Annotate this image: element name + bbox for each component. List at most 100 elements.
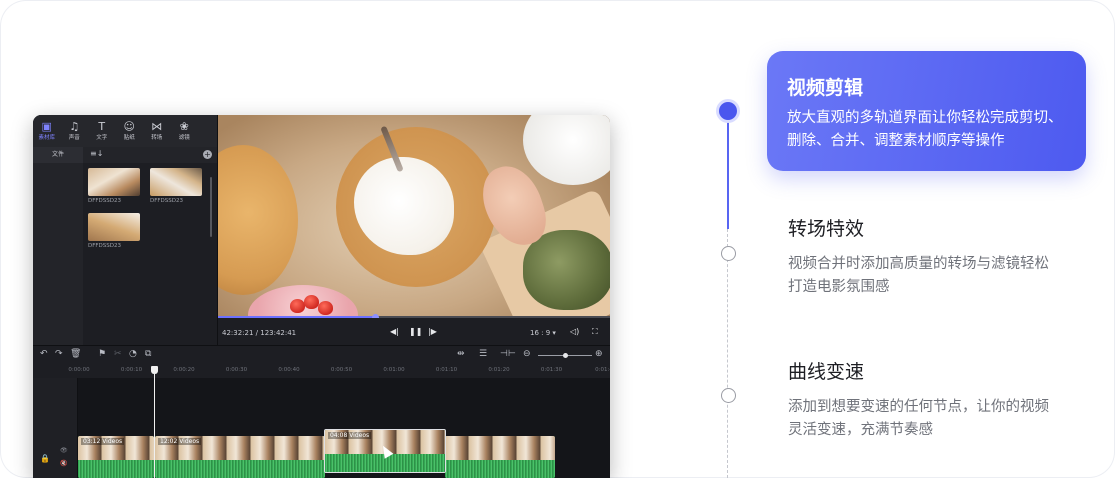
timeline-toolbar: ↶ ↷ 🗑 ⚑ ✂ ◔ ⧉ ⇹ ☰ ⊣⊢ ⊖ ⊕: [33, 345, 610, 365]
media-thumbnail: [88, 213, 140, 241]
ruler-tick: 0:00:10: [120, 367, 143, 373]
tool-transition[interactable]: ⋈ 转场: [143, 115, 171, 147]
step-dot[interactable]: [721, 246, 736, 261]
zoom-in-icon[interactable]: ⊕: [595, 349, 603, 359]
media-item[interactable]: DFFDSSD23: [150, 168, 202, 204]
fit-icon[interactable]: ⊣⊢: [500, 349, 516, 359]
sort-icon[interactable]: ≡↓: [90, 149, 103, 158]
preview-bowl: [523, 115, 610, 185]
media-thumbnail: [88, 168, 140, 196]
tool-sticker[interactable]: ☺ 贴纸: [116, 115, 144, 147]
ruler-tick: 0:01:20: [488, 367, 510, 373]
pause-icon[interactable]: ❚❚: [409, 327, 422, 336]
step-dot-active[interactable]: [719, 102, 737, 120]
ruler-tick: 0:00:40: [278, 367, 300, 373]
tool-audio[interactable]: ♫ 声音: [61, 115, 89, 147]
preview-cake-left: [218, 145, 298, 295]
feature-title: 视频剪辑: [787, 77, 864, 99]
clip-label: 03:12 Videos: [81, 438, 125, 445]
redo-icon[interactable]: ↷: [55, 349, 63, 359]
feature-transitions[interactable]: 转场特效 视频合并时添加高质量的转场与滤镜轻松打造电影氛围感: [788, 214, 1058, 299]
ruler-tick: 0:01:30: [540, 367, 563, 373]
feature-title: 转场特效: [788, 218, 865, 240]
tool-filter[interactable]: ❀ 滤镜: [171, 115, 199, 147]
tool-label: 贴纸: [123, 134, 135, 141]
timecode: 42:32:21 / 123:42:41: [222, 329, 297, 337]
feature-title: 曲线变速: [788, 361, 865, 383]
media-label: DFFDSSD23: [88, 198, 122, 204]
aspect-ratio-select[interactable]: 16 : 9 ▾: [530, 329, 556, 337]
feature-speed-curve[interactable]: 曲线变速 添加到想要变速的任何节点，让你的视频灵活变速，充满节奏感: [788, 357, 1058, 442]
media-label: DFFDSSD23: [88, 243, 122, 249]
clip-waveform: [445, 460, 555, 478]
marker-icon[interactable]: ⚑: [98, 349, 106, 359]
volume-icon[interactable]: ◁): [570, 327, 579, 336]
feature-video-editing[interactable]: 视频剪辑 放大直观的多轨道界面让你轻松完成剪切、删除、合并、调整素材顺序等操作: [767, 51, 1086, 171]
media-thumbnail: [150, 168, 202, 196]
media-item[interactable]: DFFDSSD23: [88, 213, 140, 249]
preview-herbs: [523, 230, 610, 310]
feature-description: 视频合并时添加高质量的转场与滤镜轻松打造电影氛围感: [788, 256, 1049, 295]
video-preview[interactable]: [218, 115, 610, 318]
side-tab-files[interactable]: 文件: [33, 147, 83, 163]
track-icon[interactable]: ☰: [479, 349, 487, 359]
fullscreen-icon[interactable]: ⛶: [592, 327, 598, 337]
clip-label: 12:02 Videos: [158, 438, 202, 445]
add-media-icon[interactable]: +: [203, 150, 212, 159]
zoom-knob[interactable]: [563, 353, 568, 358]
snap-icon[interactable]: ⇹: [457, 349, 465, 359]
speed-icon[interactable]: ◔: [129, 349, 137, 359]
ruler-tick: 0:00:00: [68, 367, 90, 373]
media-item[interactable]: DFFDSSD23: [88, 168, 140, 204]
transition-icon: ⋈: [151, 119, 163, 133]
ruler-tick: 0:01:10: [435, 367, 458, 373]
media-header: ≡↓ +: [83, 147, 217, 163]
mute-icon[interactable]: 🔇: [60, 460, 67, 467]
video-clip[interactable]: [445, 436, 555, 478]
ruler-tick: 0:00:50: [330, 367, 353, 373]
media-scrollbar[interactable]: [210, 177, 212, 237]
zoom-out-icon[interactable]: ⊖: [523, 349, 531, 359]
lock-icon[interactable]: 🔒: [40, 454, 50, 463]
undo-icon[interactable]: ↶: [40, 349, 48, 359]
playhead-handle[interactable]: [151, 366, 158, 374]
video-editor-window: ▣ 素材库 ♫ 声音 T 文字 ☺ 贴纸 ⋈ 转场 ❀ 滤镜 文件 ≡↓ + D…: [33, 115, 610, 478]
eye-icon[interactable]: 👁: [60, 447, 68, 454]
crop-icon[interactable]: ⧉: [145, 349, 151, 359]
feature-description: 添加到想要变速的任何节点，让你的视频灵活变速，充满节奏感: [788, 399, 1049, 438]
playhead[interactable]: [154, 366, 155, 478]
video-clip[interactable]: 12:02 Videos: [155, 436, 325, 478]
clip-waveform: [155, 460, 325, 478]
feature-card: ▣ 素材库 ♫ 声音 T 文字 ☺ 贴纸 ⋈ 转场 ❀ 滤镜 文件 ≡↓ + D…: [0, 0, 1115, 478]
feature-description: 放大直观的多轨道界面让你轻松完成剪切、删除、合并、调整素材顺序等操作: [787, 110, 1063, 149]
media-label: DFFDSSD23: [150, 198, 184, 204]
asset-toolbar: ▣ 素材库 ♫ 声音 T 文字 ☺ 贴纸 ⋈ 转场 ❀ 滤镜: [33, 115, 217, 147]
media-library: DFFDSSD23 DFFDSSD23 DFFDSSD23: [83, 163, 217, 345]
playback-progress[interactable]: [218, 314, 610, 318]
ruler-tick: 0:00:30: [225, 367, 248, 373]
timeline-ruler[interactable]: 0:00:00 0:00:10 0:00:20 0:00:30 0:00:40 0:00:…: [33, 364, 610, 379]
progress-knob[interactable]: [371, 314, 379, 318]
progress-fill: [218, 316, 375, 318]
split-icon[interactable]: ✂: [114, 349, 122, 359]
text-icon: T: [98, 119, 106, 133]
player-controls: 42:32:21 / 123:42:41 ◀| ❚❚ |▶ 16 : 9 ▾ ◁…: [218, 319, 610, 345]
media-icon: ▣: [41, 119, 52, 133]
clip-frames: [445, 436, 555, 460]
zoom-slider[interactable]: [538, 353, 592, 358]
next-frame-icon[interactable]: |▶: [428, 327, 437, 336]
tool-media[interactable]: ▣ 素材库: [33, 115, 61, 147]
step-dot[interactable]: [721, 388, 736, 403]
preview-berry: [290, 299, 305, 313]
tool-label: 滤镜: [178, 134, 190, 141]
video-clip[interactable]: 03:12 Videos: [78, 436, 154, 478]
tool-text[interactable]: T 文字: [88, 115, 116, 147]
progress-rail: [727, 229, 728, 478]
delete-icon[interactable]: 🗑: [70, 349, 81, 359]
prev-frame-icon[interactable]: ◀|: [390, 327, 399, 336]
ruler-tick: 0:01:00: [383, 367, 405, 373]
track-header: [33, 378, 78, 478]
tool-label: 文字: [96, 134, 108, 141]
preview-berry: [304, 295, 319, 309]
preview-berry: [318, 301, 333, 315]
